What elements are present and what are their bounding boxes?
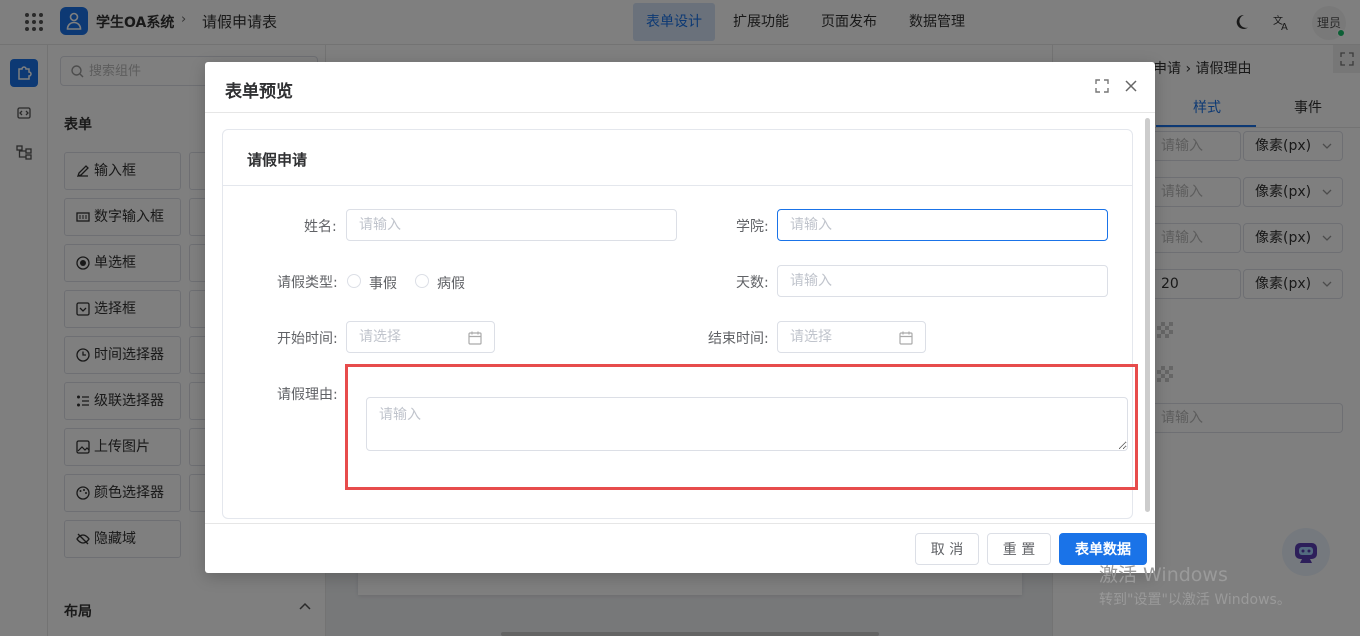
close-icon[interactable] [1124,79,1138,93]
calendar-icon [899,331,913,345]
watermark-line2: 转到"设置"以激活 Windows。 [1099,592,1291,608]
college-input[interactable] [777,209,1108,241]
dialog-header: 表单预览 [205,62,1155,113]
date-placeholder: 请选择 [790,329,832,345]
name-label: 姓名: [304,219,337,235]
card-header: 请假申请 [223,130,1132,186]
watermark-line1: 激活 Windows [1099,564,1228,586]
reset-button[interactable]: 重 置 [987,533,1051,565]
form-preview-dialog: 表单预览 请假申请 姓名: 学院: 请假类型: 事假 病假 天数: 开始时间: … [205,62,1155,573]
days-input[interactable] [777,265,1108,297]
leave-type-label: 请假类型: [277,275,338,291]
radio-label: 事假 [369,276,397,292]
radio-circle[interactable] [415,274,429,288]
fullscreen-icon[interactable] [1095,79,1109,93]
radio-label: 病假 [437,276,465,292]
reason-label: 请假理由: [277,387,338,403]
start-time-label: 开始时间: [277,331,338,347]
date-placeholder: 请选择 [359,329,401,345]
start-date-picker[interactable]: 请选择 [346,321,495,353]
days-label: 天数: [736,275,769,291]
dialog-title: 表单预览 [225,82,293,102]
footer-divider [205,523,1155,524]
windows-activation-watermark: 激活 Windows 转到"设置"以激活 Windows。 [1099,560,1291,609]
dialog-scrollbar[interactable] [1145,118,1150,512]
end-time-label: 结束时间: [708,331,769,347]
end-date-picker[interactable]: 请选择 [777,321,926,353]
reason-textarea[interactable] [366,397,1128,451]
cancel-button[interactable]: 取 消 [915,533,979,565]
college-label: 学院: [736,219,769,235]
name-input[interactable] [346,209,677,241]
calendar-icon [468,331,482,345]
radio-circle[interactable] [347,274,361,288]
card-title: 请假申请 [247,151,308,169]
